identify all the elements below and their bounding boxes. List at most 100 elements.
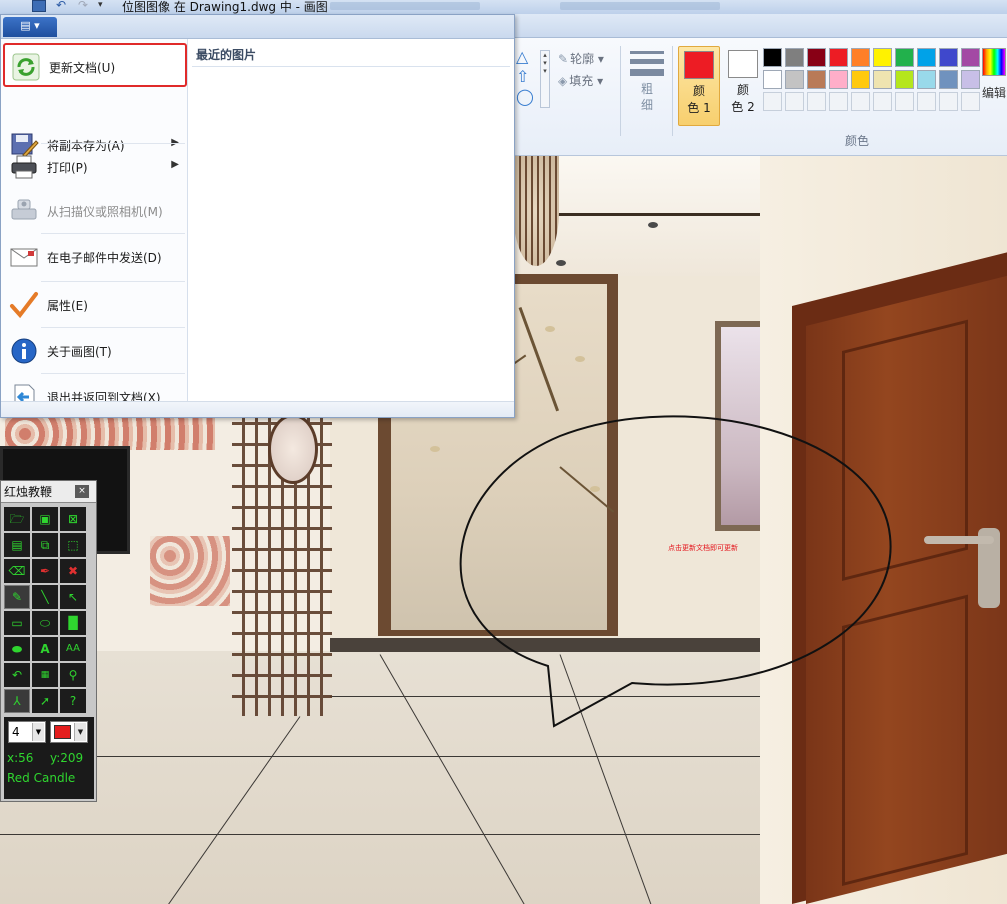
palette-swatch[interactable] [917, 70, 936, 89]
custom-color-slot[interactable] [829, 92, 848, 111]
palette-swatch[interactable] [763, 48, 782, 67]
about-paint-item[interactable]: 关于画图(T) [3, 329, 187, 373]
scanner-icon [11, 199, 37, 220]
ribbon-separator [672, 46, 673, 136]
title-blur [560, 2, 720, 10]
red-candle-toolbox: 红烛教鞭 × 🗁 ▣ ⊠ ▤ ⧉ ⬚ ⌫ ✒ ✖ ✎ ╲ ↖ ▭ ⬭ █ ⬬ A… [0, 480, 97, 802]
custom-color-slot[interactable] [785, 92, 804, 111]
palette-swatch[interactable] [785, 70, 804, 89]
palette-swatch[interactable] [917, 48, 936, 67]
paste-icon[interactable]: ▤ [4, 533, 30, 557]
palette-swatch[interactable] [895, 70, 914, 89]
magnifier-icon[interactable]: ⚲ [60, 663, 86, 687]
arrow-line-icon[interactable]: ↖ [60, 585, 86, 609]
outline-brush-icon: ✎ [558, 52, 569, 66]
pointer-icon[interactable]: ➚ [32, 689, 58, 713]
ellipse-icon[interactable]: ⬭ [32, 611, 58, 635]
pen-width-value: 4 [12, 725, 20, 739]
chevron-down-icon[interactable]: ▼ [74, 723, 86, 741]
window-title: 位图图像 在 Drawing1.dwg 中 - 画图 [122, 0, 328, 14]
font-size-icon[interactable]: AA [60, 637, 86, 661]
brand-label: Red Candle [7, 771, 76, 785]
undo-icon[interactable]: ↶ [4, 663, 30, 687]
shape-gallery-scroll[interactable]: ▴ ▾ ▾ [540, 50, 550, 108]
text-icon[interactable]: A [32, 637, 58, 661]
toolbox-title[interactable]: 红烛教鞭 × [1, 481, 96, 503]
palette-swatch[interactable] [807, 48, 826, 67]
palette-swatch[interactable] [961, 70, 980, 89]
palette-swatch[interactable] [851, 70, 870, 89]
rectangle-icon[interactable]: ▭ [4, 611, 30, 635]
file-menu-tab[interactable]: ▤ ▾ [3, 17, 57, 37]
palette-swatch[interactable] [961, 48, 980, 67]
palette-swatch[interactable] [807, 70, 826, 89]
palette-swatch[interactable] [939, 70, 958, 89]
palette-swatch[interactable] [785, 48, 804, 67]
screen-capture-icon[interactable]: ⊠ [60, 507, 86, 531]
eraser-icon[interactable]: ⌫ [4, 559, 30, 583]
chevron-down-icon[interactable]: ▼ [32, 723, 44, 741]
pen-color-select[interactable]: ▼ [50, 721, 88, 743]
palette-swatch[interactable] [829, 70, 848, 89]
print-item[interactable]: 打印(P) ▶ [3, 145, 187, 189]
custom-color-slot[interactable] [807, 92, 826, 111]
palette-swatch[interactable] [895, 48, 914, 67]
title-bar: ↶ ↷ ▾ 位图图像 在 Drawing1.dwg 中 - 画图 [0, 0, 1007, 14]
send-email-item[interactable]: 在电子邮件中发送(D) [3, 235, 187, 279]
palette-swatch[interactable] [851, 48, 870, 67]
filled-rectangle-icon[interactable]: █ [60, 611, 86, 635]
customize-quick-access-icon[interactable]: ▾ [98, 0, 112, 12]
toolbox-title-text: 红烛教鞭 [4, 485, 53, 499]
custom-color-slot[interactable] [917, 92, 936, 111]
palette-swatch[interactable] [873, 48, 892, 67]
outline-button[interactable]: ✎ 轮廓 ▾ [558, 50, 604, 67]
custom-color-slot[interactable] [895, 92, 914, 111]
custom-color-slot[interactable] [851, 92, 870, 111]
custom-color-slot[interactable] [763, 92, 782, 111]
recent-pictures-panel: 最近的图片 [187, 39, 514, 401]
edit-colors-button[interactable]: 编辑 [982, 48, 1007, 101]
toolbox-close-button[interactable]: × [75, 485, 89, 498]
clear-icon[interactable]: ✖ [60, 559, 86, 583]
title-blur [330, 2, 480, 10]
color-2-label-line1: 颜 [736, 83, 749, 97]
palette-swatch[interactable] [873, 70, 892, 89]
custom-color-slot[interactable] [873, 92, 892, 111]
submenu-arrow-icon: ▶ [171, 159, 179, 170]
pen-icon[interactable]: ✎ [4, 585, 30, 609]
custom-color-slot[interactable] [939, 92, 958, 111]
open-folder-icon[interactable]: 🗁 [4, 507, 30, 531]
quick-save-icon[interactable] [32, 0, 46, 12]
color-2-button[interactable]: 颜 色 2 [722, 46, 764, 126]
pen-width-select[interactable]: 4 ▼ [8, 721, 46, 743]
filled-ellipse-icon[interactable]: ⬬ [4, 637, 30, 661]
palette-row [763, 70, 983, 89]
page-icon[interactable]: ▦ [32, 663, 58, 687]
color-picker-icon[interactable]: ✒ [32, 559, 58, 583]
properties-item[interactable]: 属性(E) [3, 283, 187, 327]
scanner-camera-item[interactable]: 从扫描仪或照相机(M) [3, 189, 187, 233]
custom-color-slot[interactable] [961, 92, 980, 111]
spotlight-icon[interactable]: ⅄ [4, 689, 30, 713]
select-rectangle-icon[interactable]: ⬚ [60, 533, 86, 557]
palette-swatch[interactable] [829, 48, 848, 67]
canvas-note: 点击更新文档即可更新 [668, 544, 738, 552]
coord-x: x:56 [7, 751, 34, 765]
fill-button[interactable]: ◈ 填充 ▾ [558, 72, 603, 89]
save-icon[interactable]: ▣ [32, 507, 58, 531]
color-1-button[interactable]: 颜 色 1 [678, 46, 720, 126]
menu-divider [41, 143, 185, 144]
copy-icon[interactable]: ⧉ [32, 533, 58, 557]
size-button[interactable]: 粗 细 [628, 46, 666, 113]
help-icon[interactable]: ? [60, 689, 86, 713]
size-label-1: 粗 [640, 82, 653, 96]
line-icon[interactable]: ╲ [32, 585, 58, 609]
palette-swatch[interactable] [763, 70, 782, 89]
color-wheel-icon [982, 48, 1006, 76]
redo-icon[interactable]: ↷ [78, 0, 92, 12]
palette-row [763, 48, 983, 67]
file-menu-footer [1, 401, 514, 417]
palette-swatch[interactable] [939, 48, 958, 67]
undo-icon[interactable]: ↶ [56, 0, 70, 12]
update-document-item[interactable]: 更新文档(U) [3, 43, 187, 87]
